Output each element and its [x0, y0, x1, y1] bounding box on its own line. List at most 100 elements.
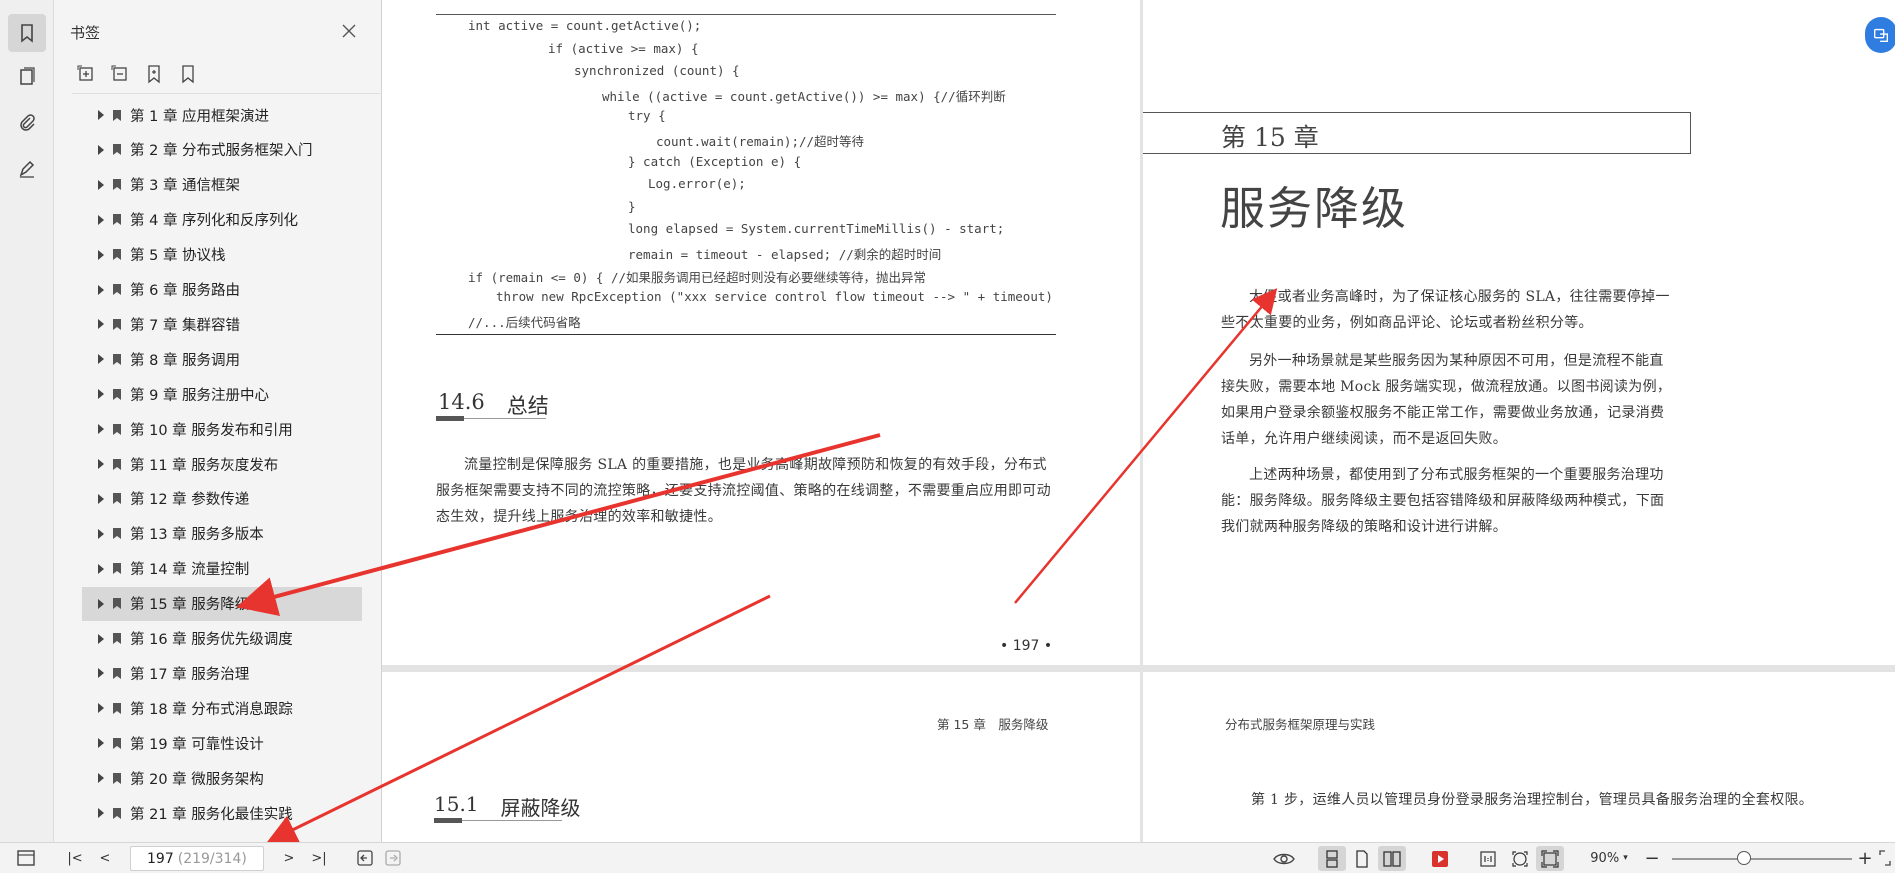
back-view-icon[interactable]: [356, 848, 374, 868]
bookmark-item[interactable]: 第 19 章 可靠性设计: [82, 726, 362, 760]
intro-paragraph: 大促或者业务高峰时，为了保证核心服务的 SLA，往往需要停掉一些不太重要的业务，…: [1221, 289, 1670, 331]
bookmark-item[interactable]: 第 5 章 协议栈: [82, 238, 362, 272]
bookmark-item[interactable]: 第 15 章 服务降级: [82, 586, 362, 621]
code-line: } catch (Exception e) {: [628, 153, 802, 169]
double-page-button[interactable]: [1378, 846, 1406, 871]
continuous-view-button[interactable]: [1318, 846, 1346, 871]
expand-arrow-icon[interactable]: [98, 528, 104, 539]
floating-assistant-button[interactable]: [1865, 17, 1895, 53]
expand-arrow-icon[interactable]: [98, 144, 104, 155]
bookmark-item[interactable]: 第 18 章 分布式消息跟踪: [82, 691, 362, 725]
bookmark-item[interactable]: 第 11 章 服务灰度发布: [82, 447, 362, 481]
single-page-button[interactable]: [1348, 846, 1376, 871]
translate-icon: [1874, 28, 1888, 42]
bookmark-icon: [113, 179, 121, 191]
expand-arrow-icon[interactable]: [98, 738, 104, 749]
intro-paragraph: 另外一种场景就是某些服务因为某种原因不可用，但是流程不能直接失败，需要本地 Mo…: [1221, 353, 1672, 447]
bookmark-label: 第 11 章 服务灰度发布: [130, 457, 279, 474]
bookmark-item[interactable]: 第 14 章 流量控制: [82, 552, 362, 586]
bookmark-item[interactable]: 第 16 章 服务优先级调度: [82, 622, 362, 656]
section-title: 总结: [506, 394, 549, 418]
expand-all-icon[interactable]: [76, 64, 96, 84]
bookmark-label: 第 6 章 服务路由: [130, 283, 241, 299]
bookmark-item[interactable]: 第 8 章 服务调用: [82, 342, 362, 376]
last-page-icon[interactable]: >|: [308, 848, 330, 868]
actual-size-button[interactable]: [1474, 846, 1502, 871]
expand-arrow-icon[interactable]: [98, 633, 104, 644]
zoom-slider-thumb[interactable]: [1737, 851, 1751, 865]
bookmark-item[interactable]: 第 10 章 服务发布和引用: [82, 412, 362, 446]
bookmark-item[interactable]: 第 2 章 分布式服务框架入门: [82, 133, 362, 167]
fit-width-button[interactable]: [1536, 846, 1564, 871]
expand-arrow-icon[interactable]: [98, 354, 104, 365]
forward-view-icon[interactable]: [384, 848, 402, 868]
expand-arrow-icon[interactable]: [98, 668, 104, 679]
expand-arrow-icon[interactable]: [98, 110, 104, 120]
document-view[interactable]: int active = count.getActive(); if (activ…: [382, 0, 1895, 842]
code-line: while ((active = count.getActive()) >= m…: [602, 88, 1006, 104]
signature-panel-button[interactable]: [8, 150, 46, 188]
bookmark-item[interactable]: 第 20 章 微服务架构: [82, 761, 362, 795]
pen-icon: [19, 160, 35, 178]
expand-arrow-icon[interactable]: [98, 424, 104, 435]
collapse-all-icon[interactable]: [110, 64, 130, 84]
page-number-input[interactable]: 197 (219/314): [130, 846, 264, 871]
expand-arrow-icon[interactable]: [98, 389, 104, 400]
eye-protection-icon[interactable]: [1272, 848, 1296, 868]
bookmark-item[interactable]: 第 17 章 服务治理: [82, 656, 362, 690]
close-icon[interactable]: [340, 22, 358, 40]
prev-page-icon[interactable]: <: [96, 848, 114, 868]
bookmark-label: 第 10 章 服务发布和引用: [130, 422, 293, 439]
page-200: 分布式服务框架原理与实践 第 1 步，运维人员以管理员身份登录服务治理控制台，管…: [1143, 672, 1895, 842]
bookmark-item[interactable]: 第 1 章 应用框架演进: [82, 98, 362, 132]
expand-arrow-icon[interactable]: [98, 249, 104, 260]
bookmark-item[interactable]: 第 7 章 集群容错: [82, 307, 362, 341]
thumbnail-panel-button[interactable]: [8, 58, 46, 96]
expand-arrow-icon[interactable]: [98, 284, 104, 295]
attachment-panel-button[interactable]: [8, 104, 46, 142]
left-rail: [0, 0, 54, 842]
expand-arrow-icon[interactable]: [98, 319, 104, 330]
bookmark-item[interactable]: 第 13 章 服务多版本: [82, 517, 362, 551]
page-199: 第 15 章 服务降级 15.1 屏蔽降级: [382, 672, 1140, 842]
bookmark-item[interactable]: 第 12 章 参数传递: [82, 482, 362, 516]
expand-arrow-icon[interactable]: [98, 563, 104, 574]
bookmark-icon: [113, 249, 121, 261]
bookmark-item[interactable]: 第 6 章 服务路由: [82, 273, 362, 307]
fit-page-button[interactable]: [1506, 846, 1534, 871]
expand-arrow-icon[interactable]: [98, 459, 104, 469]
fullscreen-icon[interactable]: [1878, 848, 1892, 868]
panel-title: 书签: [70, 24, 101, 42]
next-page-icon[interactable]: >: [280, 848, 298, 868]
add-bookmark-icon[interactable]: [144, 64, 164, 84]
zoom-slider[interactable]: [1672, 858, 1852, 860]
section-underline-accent: [436, 416, 464, 421]
bookmark-label: 第 4 章 序列化和反序列化: [130, 213, 299, 230]
expand-arrow-icon[interactable]: [98, 493, 104, 504]
bookmark-label: 第 14 章 流量控制: [130, 562, 250, 579]
play-button[interactable]: [1426, 846, 1454, 871]
first-page-icon[interactable]: |<: [66, 848, 84, 868]
expand-arrow-icon[interactable]: [98, 703, 104, 714]
bookmark-item[interactable]: 第 21 章 服务化最佳实践: [82, 796, 362, 830]
code-line: try {: [628, 108, 666, 124]
zoom-in-icon[interactable]: +: [1856, 848, 1874, 869]
sidebar-toggle-icon[interactable]: [16, 848, 36, 868]
bookmark-item[interactable]: 第 4 章 序列化和反序列化: [82, 203, 362, 237]
expand-arrow-icon[interactable]: [98, 179, 104, 190]
code-line: long elapsed = System.currentTimeMillis(…: [628, 221, 1005, 237]
zoom-out-icon[interactable]: −: [1643, 848, 1661, 869]
intro-paragraph: 上述两种场景，都使用到了分布式服务框架的一个重要服务治理功能：服务降级。服务降级…: [1221, 467, 1665, 535]
bookmark-panel-button[interactable]: [8, 14, 46, 52]
bookmark-item[interactable]: 第 3 章 通信框架: [82, 168, 362, 202]
bookmark-outline-icon[interactable]: [178, 64, 198, 84]
expand-arrow-icon[interactable]: [98, 598, 104, 609]
bookmark-item[interactable]: 第 9 章 服务注册中心: [82, 377, 362, 411]
expand-arrow-icon[interactable]: [98, 214, 104, 225]
bookmark-label: 第 5 章 协议栈: [130, 248, 226, 265]
expand-arrow-icon[interactable]: [98, 808, 104, 818]
status-bar: |< < 197 (219/314) > >| 90% ▾ − +: [0, 842, 1895, 873]
section-title: 屏蔽降级: [500, 796, 581, 820]
expand-arrow-icon[interactable]: [98, 773, 104, 784]
zoom-select[interactable]: 90% ▾: [1584, 848, 1634, 868]
